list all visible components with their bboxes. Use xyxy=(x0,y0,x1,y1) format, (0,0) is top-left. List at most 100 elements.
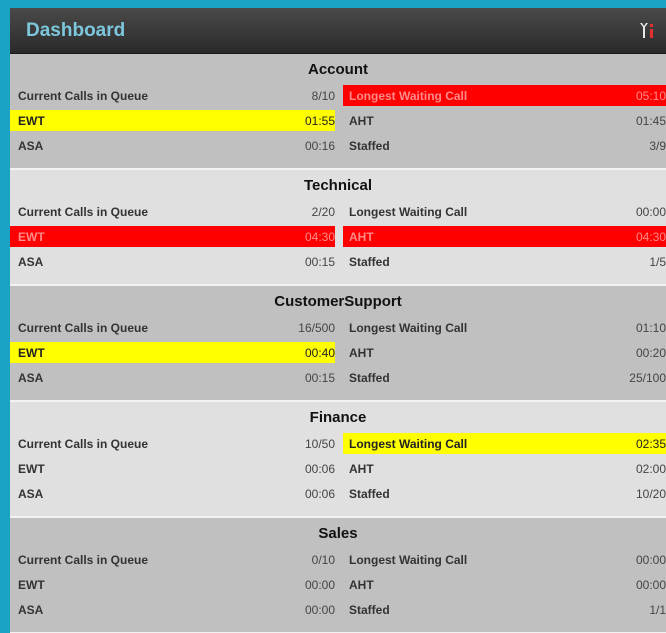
metric-cell: AHT 04:30 xyxy=(343,226,666,247)
metric-label: AHT xyxy=(349,345,374,360)
metric-rows: Current Calls in Queue 2/20 Longest Waitin… xyxy=(10,201,666,272)
metric-cell: ASA 00:15 xyxy=(10,251,335,272)
metric-label: AHT xyxy=(349,229,374,244)
metric-label: ASA xyxy=(18,602,44,617)
metric-row: EWT 00:40 AHT 00:20 xyxy=(10,342,666,363)
metric-row: ASA 00:00 Staffed 1/1 xyxy=(10,599,666,620)
metric-cell: Longest Waiting Call 00:00 xyxy=(343,201,666,222)
section-title: Sales xyxy=(318,525,358,542)
metric-value: 3/9 xyxy=(649,138,666,153)
metric-cell: ASA 00:00 xyxy=(10,599,335,620)
section-title: CustomerSupport xyxy=(274,293,402,310)
queue-section: CustomerSupport Current Calls in Queue 16/… xyxy=(10,286,666,402)
page-title: Dashboard xyxy=(26,19,126,41)
metric-cell: ASA 00:16 xyxy=(10,135,335,156)
metric-row: ASA 00:06 Staffed 10/20 xyxy=(10,483,666,504)
metric-cell: Longest Waiting Call 05:10 xyxy=(343,85,666,106)
metric-value: 00:00 xyxy=(304,577,335,592)
queue-section: Technical Current Calls in Queue 2/20 Longe… xyxy=(10,170,666,286)
metric-label: AHT xyxy=(349,461,374,476)
metric-label: Longest Waiting Call xyxy=(349,320,468,335)
metric-label: EWT xyxy=(18,577,45,592)
metric-label: EWT xyxy=(18,461,45,476)
metric-label: Current Calls in Queue xyxy=(18,204,149,219)
metric-value: 1/5 xyxy=(649,254,666,269)
metric-label: EWT xyxy=(18,345,45,360)
metric-rows: Current Calls in Queue 0/10 Longest Waitin… xyxy=(10,549,666,620)
queue-section: Finance Current Calls in Queue 10/50 Longes… xyxy=(10,402,666,518)
metric-row: Current Calls in Queue 0/10 Longest Waitin… xyxy=(10,549,666,570)
metric-value: 00:15 xyxy=(304,254,335,269)
metric-label: Staffed xyxy=(349,138,390,153)
metric-label: Staffed xyxy=(349,486,390,501)
metric-label: Staffed xyxy=(349,370,390,385)
metric-cell: AHT 00:20 xyxy=(343,342,666,363)
metric-row: Current Calls in Queue 10/50 Longest Waiti… xyxy=(10,433,666,454)
metric-cell: Longest Waiting Call 00:00 xyxy=(343,549,666,570)
metric-row: EWT 00:00 AHT 00:00 xyxy=(10,574,666,595)
metric-value: 04:30 xyxy=(635,229,666,244)
metric-value: 00:00 xyxy=(635,552,666,567)
metric-value: 8/10 xyxy=(311,88,335,103)
metric-cell: Staffed 1/1 xyxy=(343,599,666,620)
metric-label: Longest Waiting Call xyxy=(349,552,468,567)
metric-cell: Current Calls in Queue 0/10 xyxy=(10,549,335,570)
metric-value: 10/20 xyxy=(635,486,666,501)
metric-value: 00:15 xyxy=(304,370,335,385)
metric-label: Current Calls in Queue xyxy=(18,320,149,335)
metric-label: ASA xyxy=(18,254,44,269)
metric-label: Staffed xyxy=(349,254,390,269)
metric-cell: EWT 00:00 xyxy=(10,574,335,595)
metric-row: Current Calls in Queue 16/500 Longest Wait… xyxy=(10,317,666,338)
metric-cell: Longest Waiting Call 02:35 xyxy=(343,433,666,454)
metric-cell: AHT 02:00 xyxy=(343,458,666,479)
metric-value: 01:55 xyxy=(304,113,335,128)
metric-row: ASA 00:15 Staffed 1/5 xyxy=(10,251,666,272)
metric-label: EWT xyxy=(18,229,45,244)
metric-row: ASA 00:16 Staffed 3/9 xyxy=(10,135,666,156)
section-title: Finance xyxy=(309,409,367,426)
metric-cell: Staffed 1/5 xyxy=(343,251,666,272)
queue-sections: Account Current Calls in Queue 8/10 Longest… xyxy=(10,54,666,633)
metric-cell: Longest Waiting Call 01:10 xyxy=(343,317,666,338)
metric-value: 16/500 xyxy=(298,320,335,335)
metric-label: ASA xyxy=(18,370,44,385)
metric-label: AHT xyxy=(349,577,374,592)
metric-value: 00:00 xyxy=(635,204,666,219)
metric-cell: Staffed 3/9 xyxy=(343,135,666,156)
metric-row: ASA 00:15 Staffed 25/100 xyxy=(10,367,666,388)
metric-row: EWT 00:06 AHT 02:00 xyxy=(10,458,666,479)
metric-row: EWT 04:30 AHT 04:30 xyxy=(10,226,666,247)
metric-cell: Current Calls in Queue 10/50 xyxy=(10,433,335,454)
section-title: Account xyxy=(308,61,368,78)
metric-value: 00:40 xyxy=(304,345,335,360)
metric-label: ASA xyxy=(18,486,44,501)
metric-value: 25/100 xyxy=(629,370,666,385)
metric-label: AHT xyxy=(349,113,374,128)
metric-value: 02:35 xyxy=(635,436,666,451)
metric-value: 00:00 xyxy=(635,577,666,592)
metric-rows: Current Calls in Queue 10/50 Longest Waiti… xyxy=(10,433,666,504)
metric-cell: ASA 00:06 xyxy=(10,483,335,504)
metric-cell: AHT 01:45 xyxy=(343,110,666,131)
metric-value: 00:00 xyxy=(304,602,335,617)
queue-section: Account Current Calls in Queue 8/10 Longest… xyxy=(10,54,666,170)
metric-cell: Current Calls in Queue 2/20 xyxy=(10,201,335,222)
metric-label: Current Calls in Queue xyxy=(18,552,149,567)
metric-value: 10/50 xyxy=(304,436,335,451)
section-title: Technical xyxy=(303,177,373,194)
metric-cell: Current Calls in Queue 8/10 xyxy=(10,85,335,106)
dashboard-header: Dashboard xyxy=(10,8,666,54)
metric-cell: EWT 00:06 xyxy=(10,458,335,479)
metric-value: 05:10 xyxy=(635,88,666,103)
metric-rows: Current Calls in Queue 8/10 Longest Waitin… xyxy=(10,85,666,156)
metric-value: 1/1 xyxy=(649,602,666,617)
metric-value: 04:30 xyxy=(304,229,335,244)
metric-label: Current Calls in Queue xyxy=(18,88,149,103)
metric-value: 2/20 xyxy=(311,204,335,219)
metric-label: Longest Waiting Call xyxy=(349,436,468,451)
metric-label: ASA xyxy=(18,138,44,153)
metric-cell: Staffed 10/20 xyxy=(343,483,666,504)
tools-icon[interactable] xyxy=(636,20,658,42)
metric-cell: EWT 00:40 xyxy=(10,342,335,363)
